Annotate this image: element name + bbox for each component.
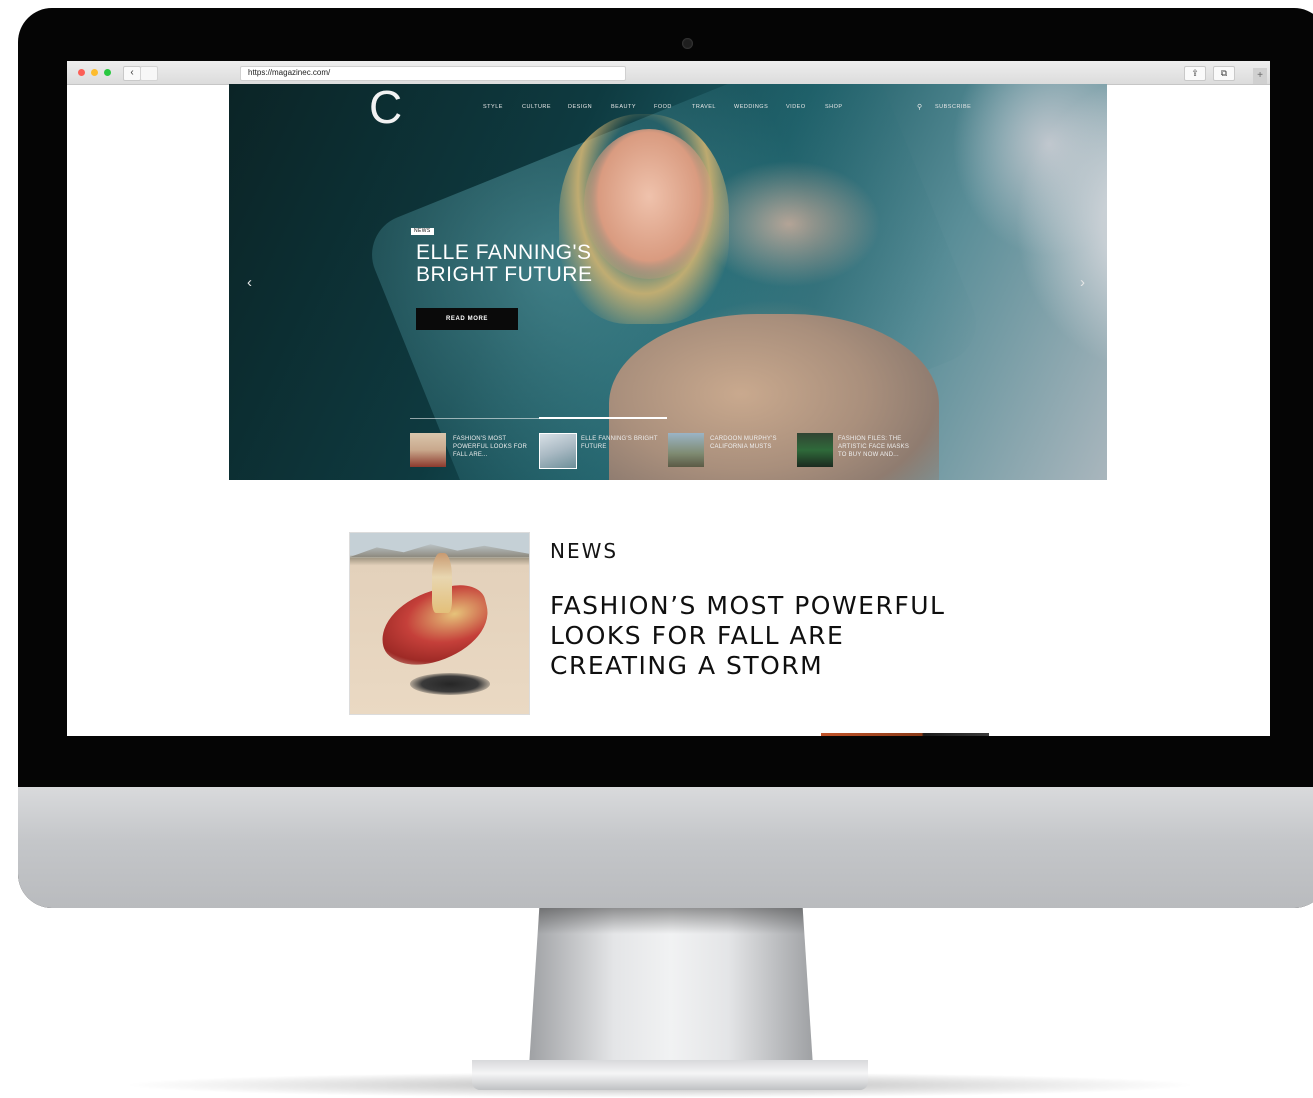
share-button[interactable]: ⇪ [1184, 66, 1206, 81]
browser-toolbar: ‹ https://magazinec.com/ ⇪ ⧉ + [67, 61, 1270, 85]
nav-item-style[interactable]: STYLE [483, 104, 503, 110]
slide-thumbnail-1[interactable] [410, 433, 446, 467]
article-title[interactable]: FASHION’S MOST POWERFUL LOOKS FOR FALL A… [550, 591, 980, 681]
subscribe-link[interactable]: SUBSCRIBE [935, 104, 971, 110]
chevron-right-icon[interactable]: › [1080, 274, 1085, 291]
screen: ‹ https://magazinec.com/ ⇪ ⧉ + C STYLE C… [67, 61, 1270, 736]
search-icon[interactable]: ⚲ [917, 103, 922, 111]
hero-slider: C STYLE CULTURE DESIGN BEAUTY FOOD TRAVE… [229, 84, 1107, 480]
slide-thumbnail-label-2[interactable]: ELLE FANNING'S BRIGHT FUTURE [581, 435, 659, 451]
nav-item-food[interactable]: FOOD [654, 104, 672, 110]
new-tab-button[interactable]: + [1253, 68, 1267, 84]
url-text: https://magazinec.com/ [248, 68, 331, 77]
chevron-left-icon[interactable]: ‹ [247, 274, 252, 291]
article-image[interactable] [349, 532, 530, 715]
site-logo[interactable]: C [369, 84, 402, 134]
article-image-figure [432, 553, 452, 613]
camera-icon [682, 38, 693, 49]
nav-item-shop[interactable]: SHOP [825, 104, 843, 110]
article-image-shadow [410, 673, 490, 695]
back-button[interactable]: ‹ [123, 66, 141, 81]
hero-title[interactable]: ELLE FANNING'S BRIGHT FUTURE [416, 242, 676, 286]
article-category[interactable]: NEWS [550, 539, 618, 563]
slide-thumbnail-label-1[interactable]: FASHION'S MOST POWERFUL LOOKS FOR FALL A… [453, 435, 531, 459]
nav-item-design[interactable]: DESIGN [568, 104, 592, 110]
slider-progress-active [539, 417, 667, 419]
slide-thumbnail-4[interactable] [797, 433, 833, 467]
tab-overview-button[interactable]: ⧉ [1213, 66, 1235, 81]
imac-stand-shadow [537, 906, 805, 934]
read-more-button[interactable]: READ MORE [416, 308, 518, 330]
nav-item-video[interactable]: VIDEO [786, 104, 806, 110]
hero-category-badge: NEWS [411, 228, 434, 235]
next-article-image-peek [821, 733, 989, 736]
slide-thumbnail-3[interactable] [668, 433, 704, 467]
nav-item-beauty[interactable]: BEAUTY [611, 104, 636, 110]
forward-button[interactable] [140, 66, 158, 81]
imac-base [472, 1060, 868, 1090]
close-window-button[interactable] [78, 69, 85, 76]
nav-item-travel[interactable]: TRAVEL [692, 104, 716, 110]
slide-thumbnail-label-4[interactable]: FASHION FILES: THE ARTISTIC FACE MASKS T… [838, 435, 916, 459]
imac-chin [18, 787, 1313, 908]
address-bar[interactable]: https://magazinec.com/ [240, 66, 626, 81]
nav-item-culture[interactable]: CULTURE [522, 104, 551, 110]
slide-thumbnail-label-3[interactable]: CARDOON MURPHY'S CALIFORNIA MUSTS [710, 435, 788, 451]
zoom-window-button[interactable] [104, 69, 111, 76]
slide-thumbnail-2[interactable] [539, 433, 577, 469]
nav-item-weddings[interactable]: WEDDINGS [734, 104, 768, 110]
minimize-window-button[interactable] [91, 69, 98, 76]
